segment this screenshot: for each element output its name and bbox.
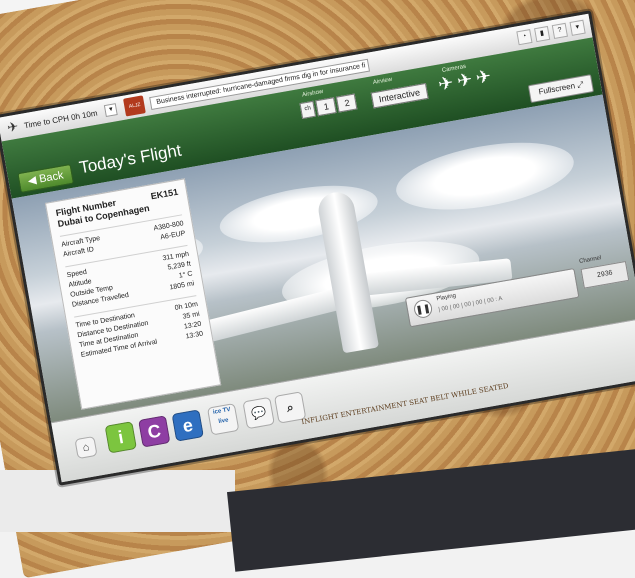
wifi-icon[interactable]: ◔ xyxy=(516,29,533,46)
seat-area xyxy=(0,470,235,532)
airshow-option-1[interactable]: 1 xyxy=(315,97,338,117)
help-icon[interactable]: ? xyxy=(551,22,568,40)
news-logo: ALJZ xyxy=(123,95,147,117)
ice-tv-live-icon[interactable]: ice TV live xyxy=(206,403,240,436)
communicate-icon[interactable]: C xyxy=(138,415,171,448)
airshow-option-2[interactable]: 2 xyxy=(336,93,358,113)
menu-icon[interactable]: ▾ xyxy=(569,19,586,36)
channel-value: 2936 xyxy=(580,260,630,289)
chat-icon[interactable]: 💬 xyxy=(242,396,275,430)
airview-value: Interactive xyxy=(370,83,429,109)
info-icon[interactable]: i xyxy=(104,421,137,454)
airview-label: Airview xyxy=(372,76,393,87)
pause-button[interactable]: ❚❚ xyxy=(412,298,434,320)
signal-icon[interactable]: ▮ xyxy=(534,25,551,43)
entertainment-icon[interactable]: e xyxy=(171,409,204,442)
airplane-icon: ✈ xyxy=(6,118,20,136)
camera-front-icon[interactable]: ✈ xyxy=(474,66,493,89)
playing-label: Playing xyxy=(436,293,457,303)
camera-down-icon[interactable]: ✈ xyxy=(455,69,474,92)
chevron-down-icon[interactable]: ▾ xyxy=(104,103,119,117)
home-icon[interactable]: ⌂ xyxy=(74,435,98,460)
cloud xyxy=(391,130,579,222)
airview-selector[interactable]: Interactive xyxy=(370,81,429,109)
camera-tail-icon[interactable]: ✈ xyxy=(437,72,456,95)
airshow-option-ch[interactable]: ch xyxy=(299,100,317,119)
airshow-label: Airshow xyxy=(301,88,324,99)
